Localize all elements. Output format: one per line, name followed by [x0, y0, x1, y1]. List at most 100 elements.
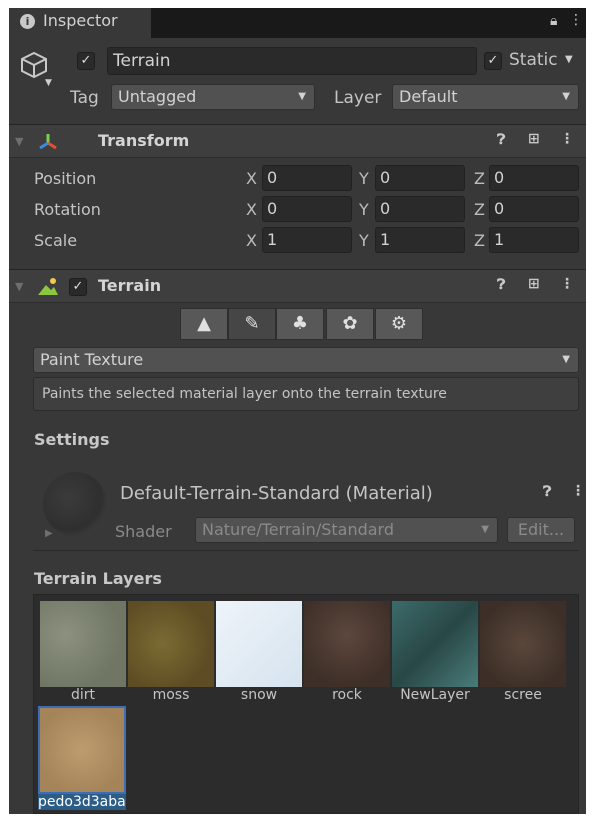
position-z-field[interactable]: 0: [489, 165, 579, 191]
layer-name: dirt: [70, 687, 96, 703]
layer-name: NewLayer: [400, 687, 470, 703]
scale-x-field[interactable]: 1: [262, 227, 352, 253]
layer-name: rock: [332, 687, 362, 703]
info-icon: i: [20, 14, 35, 29]
layer-tile[interactable]: snow: [216, 601, 302, 703]
axis-y-label[interactable]: Y: [359, 231, 369, 250]
material-name: Default-Terrain-Standard (Material): [120, 483, 433, 504]
tab-inspector[interactable]: i Inspector: [9, 8, 151, 38]
chevron-down-icon: ▼: [481, 524, 489, 535]
gear-icon[interactable]: ⚙: [375, 308, 423, 340]
position-z-value: 0: [494, 168, 505, 187]
layer-thumbnail: [38, 706, 126, 794]
layer-tile[interactable]: rock: [304, 601, 390, 703]
icon-dropdown-caret-icon[interactable]: ▼: [45, 78, 52, 88]
detail-flowers-icon[interactable]: ✿: [326, 308, 374, 340]
layer-name: scree: [504, 687, 542, 703]
scale-z-field[interactable]: 1: [489, 227, 579, 253]
layer-name: moss: [152, 687, 190, 703]
rotation-y-field[interactable]: 0: [375, 196, 465, 222]
layer-name: pedo3d3aba: [38, 794, 126, 810]
terrain-title: Terrain: [98, 276, 162, 295]
rotation-x-value: 0: [267, 199, 278, 218]
terrain-header[interactable]: ▼ ✓ Terrain ❓︎ ⊞ ⋮: [9, 269, 586, 303]
tag-label: Tag: [70, 88, 99, 108]
transform-fields: Position X 0 Y 0 Z 0 Rotation X 0 Y 0 Z …: [9, 164, 586, 260]
layer-tile[interactable]: dirt: [40, 601, 126, 703]
layer-tile[interactable]: NewLayer: [392, 601, 478, 703]
component-menu-icon[interactable]: ⋮: [560, 131, 574, 147]
presets-icon[interactable]: ⊞: [528, 131, 540, 147]
layer-thumbnail: [392, 601, 478, 687]
axis-y-label[interactable]: Y: [359, 200, 369, 219]
layer-thumbnail: [480, 601, 566, 687]
terrain-component-icon: [37, 276, 59, 298]
terrain-mode-dropdown[interactable]: Paint Texture ▼: [33, 347, 579, 373]
tag-dropdown[interactable]: Untagged ▼: [111, 84, 315, 110]
lock-icon[interactable]: 🔒︎: [550, 13, 557, 29]
shader-value: Nature/Terrain/Standard: [202, 520, 394, 539]
tab-inspector-label: Inspector: [43, 11, 118, 30]
axis-z-label[interactable]: Z: [474, 169, 485, 188]
layer-tile-selected[interactable]: pedo3d3aba: [38, 706, 126, 810]
active-checkbox[interactable]: ✓: [77, 52, 95, 70]
shader-dropdown[interactable]: Nature/Terrain/Standard ▼: [195, 517, 498, 543]
foldout-arrow-icon[interactable]: ▼: [15, 135, 23, 148]
rotation-z-value: 0: [494, 199, 505, 218]
tree-icon[interactable]: ♣: [276, 308, 324, 340]
terrain-enabled-checkbox[interactable]: ✓: [69, 278, 87, 296]
raise-terrain-icon[interactable]: ▲: [180, 308, 228, 340]
foldout-arrow-icon[interactable]: ▶: [45, 528, 53, 539]
paint-brush-icon[interactable]: ✎: [228, 308, 276, 340]
static-dropdown-caret-icon[interactable]: ▼: [565, 54, 573, 65]
layer-thumbnail: [304, 601, 390, 687]
object-name-text: Terrain: [113, 51, 171, 71]
terrain-mode-value: Paint Texture: [40, 350, 144, 369]
panel-menu-icon[interactable]: ⋮: [569, 12, 583, 28]
material-editor: ▶ Default-Terrain-Standard (Material) ❓︎…: [33, 466, 585, 551]
axis-z-label[interactable]: Z: [474, 200, 485, 219]
layer-tile[interactable]: moss: [128, 601, 214, 703]
rotation-z-field[interactable]: 0: [489, 196, 579, 222]
foldout-arrow-icon[interactable]: ▼: [15, 280, 23, 293]
scale-y-value: 1: [380, 230, 391, 249]
layer-dropdown[interactable]: Default ▼: [392, 84, 579, 110]
component-menu-icon[interactable]: ⋮: [560, 276, 574, 292]
position-label: Position: [34, 169, 97, 188]
layer-thumbnail: [40, 601, 126, 687]
material-preview[interactable]: [43, 472, 107, 536]
settings-label: Settings: [34, 430, 110, 449]
rotation-label: Rotation: [34, 200, 101, 219]
presets-icon[interactable]: ⊞: [528, 276, 540, 292]
position-y-value: 0: [380, 168, 391, 187]
shader-edit-label: Edit...: [517, 520, 565, 539]
help-icon[interactable]: ❓︎: [543, 484, 551, 500]
static-checkbox[interactable]: ✓: [484, 52, 502, 70]
layer-tile[interactable]: scree: [480, 601, 566, 703]
chevron-down-icon: ▼: [298, 91, 306, 102]
scale-y-field[interactable]: 1: [375, 227, 465, 253]
object-name-field[interactable]: Terrain: [107, 47, 477, 75]
tag-value: Untagged: [118, 87, 197, 106]
axis-x-label[interactable]: X: [246, 200, 257, 219]
axis-y-label[interactable]: Y: [359, 169, 369, 188]
transform-header[interactable]: ▼ Transform ❓︎ ⊞ ⋮: [9, 124, 586, 158]
material-menu-icon[interactable]: ⋮: [571, 483, 585, 499]
transform-title: Transform: [98, 131, 190, 150]
axis-x-label[interactable]: X: [246, 231, 257, 250]
terrain-layers-grid: dirt moss snow rock NewLayer scree pedo3…: [33, 594, 579, 814]
layer-value: Default: [399, 87, 458, 106]
gameobject-cube-icon: [17, 48, 51, 82]
position-x-field[interactable]: 0: [262, 165, 352, 191]
shader-edit-button[interactable]: Edit...: [507, 517, 575, 543]
help-icon[interactable]: ❓︎: [497, 277, 505, 293]
help-box: Paints the selected material layer onto …: [33, 377, 579, 411]
axis-x-label[interactable]: X: [246, 169, 257, 188]
rotation-x-field[interactable]: 0: [262, 196, 352, 222]
position-y-field[interactable]: 0: [375, 165, 465, 191]
axis-z-label[interactable]: Z: [474, 231, 485, 250]
help-icon[interactable]: ❓︎: [497, 132, 505, 148]
static-label[interactable]: Static: [509, 50, 558, 70]
rotation-y-value: 0: [380, 199, 391, 218]
inspector-window: i Inspector 🔒︎ ⋮ ▼ ✓ Terrain ✓ Static ▼ …: [9, 8, 586, 814]
